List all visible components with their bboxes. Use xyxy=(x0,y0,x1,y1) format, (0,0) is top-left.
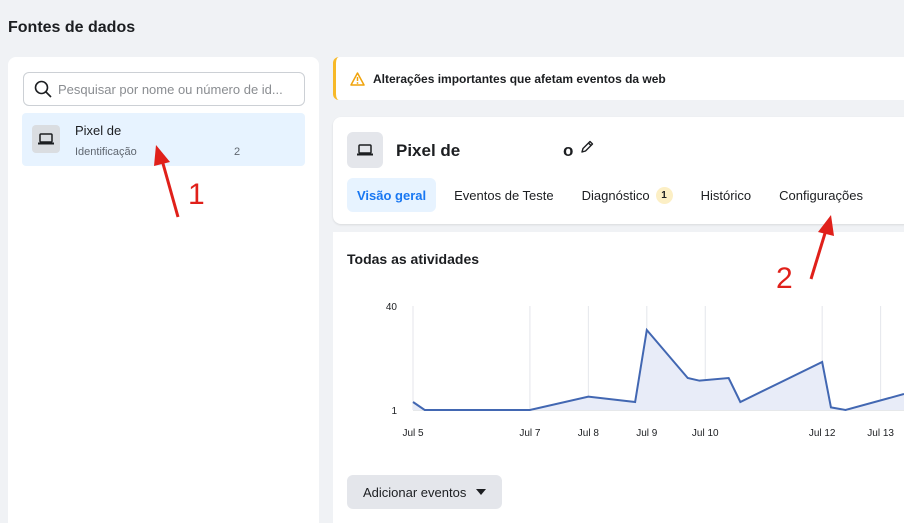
computer-icon xyxy=(32,125,60,153)
tab-history[interactable]: Histórico xyxy=(691,178,762,212)
add-events-button[interactable]: Adicionar eventos xyxy=(347,475,503,509)
alert-text: Alterações importantes que afetam evento… xyxy=(373,71,666,86)
y-tick-label: 40 xyxy=(386,302,398,313)
tab-overview[interactable]: Visão geral xyxy=(347,178,437,212)
tab-settings[interactable]: Configurações xyxy=(769,178,873,212)
x-tick-label: Jul 12 xyxy=(809,428,836,439)
search-input[interactable] xyxy=(58,81,298,97)
tab-test-events[interactable]: Eventos de Teste xyxy=(444,178,564,212)
edit-pencil-icon[interactable] xyxy=(579,139,595,155)
activity-chart[interactable]: 40 1 Jul 5 Jul 7 Jul 8 Jul 9 Jul 10 Jul 12 Jul 1… xyxy=(333,292,904,442)
series-area xyxy=(413,330,904,410)
pixel-name: Pixel de xyxy=(75,123,122,138)
x-tick-label: Jul 5 xyxy=(402,428,424,439)
pixel-title-suffix: o xyxy=(563,141,574,160)
search-icon xyxy=(34,80,52,98)
data-sources-sidebar: Pixel de Identificação 2 xyxy=(8,57,319,523)
add-events-label: Adicionar eventos xyxy=(363,484,467,500)
activity-heading: Todas as atividades xyxy=(347,251,480,267)
tab-label: Configurações xyxy=(779,187,863,203)
search-box[interactable] xyxy=(23,72,305,106)
tab-label: Eventos de Teste xyxy=(454,187,554,203)
x-tick-label: Jul 10 xyxy=(692,428,719,439)
x-tick-label: Jul 13 xyxy=(867,428,894,439)
annotation-label-1: 1 xyxy=(188,178,205,211)
tab-label: Diagnóstico xyxy=(581,187,650,203)
x-tick-label: Jul 8 xyxy=(578,428,600,439)
tab-diagnostics[interactable]: Diagnóstico 1 xyxy=(572,178,683,212)
pixel-id-suffix: 2 xyxy=(234,146,241,158)
page-title: Fontes de dados xyxy=(8,19,136,36)
tab-label: Visão geral xyxy=(357,187,427,203)
computer-icon xyxy=(347,132,383,168)
pixel-list-item[interactable]: Pixel de Identificação 2 xyxy=(22,113,305,166)
x-tick-label: Jul 9 xyxy=(636,428,658,439)
alert-banner[interactable]: Alterações importantes que afetam evento… xyxy=(333,57,904,100)
diagnostics-count-badge: 1 xyxy=(655,186,673,204)
caret-down-icon xyxy=(476,489,487,495)
x-tick-label: Jul 7 xyxy=(519,428,541,439)
annotation-label-2: 2 xyxy=(776,262,793,295)
pixel-header-card: Pixel de o Visão geral Eventos de Teste … xyxy=(333,117,904,224)
tab-label: Histórico xyxy=(700,187,752,203)
warning-icon xyxy=(350,71,365,86)
pixel-title: Pixel de xyxy=(396,141,461,160)
pixel-id-label: Identificação xyxy=(75,146,137,158)
pixel-tabs: Visão geral Eventos de Teste Diagnóstico… xyxy=(347,178,873,212)
y-tick-label: 1 xyxy=(391,406,397,417)
